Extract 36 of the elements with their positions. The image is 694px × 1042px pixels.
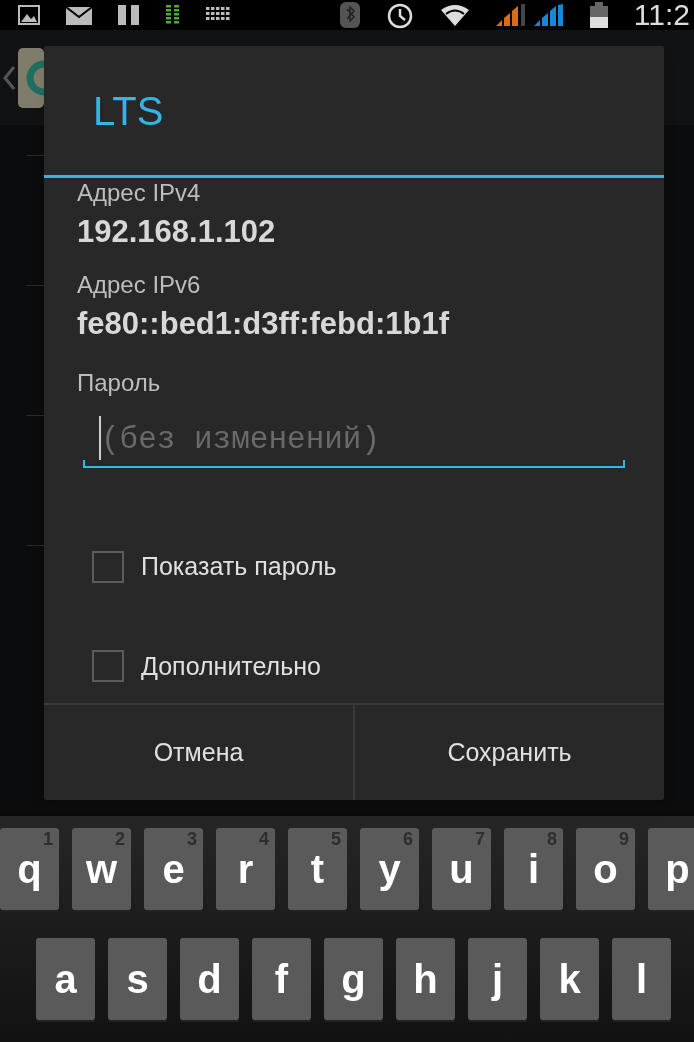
- dialog-button[interactable]: Отмена: [44, 705, 353, 800]
- clock-time: 11:2: [633, 0, 690, 30]
- mail-icon: [66, 5, 92, 25]
- battery-icon: [589, 2, 608, 28]
- field-label: Адрес IPv4: [77, 178, 202, 208]
- keyboard-key[interactable]: d: [180, 938, 239, 1020]
- wifi-icon: [439, 4, 470, 26]
- keyboard-key[interactable]: p: [648, 828, 694, 910]
- keyboard-key[interactable]: s: [108, 938, 167, 1020]
- keyboard-key[interactable]: k: [540, 938, 599, 1020]
- level-meter-icon: [166, 5, 180, 25]
- back-chevron-icon[interactable]: [2, 64, 16, 91]
- alarm-clock-icon: [385, 1, 414, 29]
- keyboard-key[interactable]: l: [612, 938, 671, 1020]
- field-value: fe80::bed1:d3ff:febd:1b1f: [77, 305, 450, 343]
- keyboard-key[interactable]: g: [324, 938, 383, 1020]
- keyboard-key[interactable]: a: [36, 938, 95, 1020]
- keyboard-key[interactable]: h: [396, 938, 455, 1020]
- signal-icon: [495, 4, 526, 26]
- checkbox[interactable]: [92, 550, 124, 583]
- field-label: Пароль: [77, 368, 162, 398]
- pause-icon: [118, 5, 140, 25]
- picture-icon: [18, 5, 40, 25]
- bluetooth-icon: [339, 2, 360, 28]
- field-label: Адрес IPv6: [77, 270, 202, 300]
- keyboard-key[interactable]: j: [468, 938, 527, 1020]
- field-value: 192.168.1.102: [77, 213, 277, 251]
- password-field[interactable]: (без изменений): [83, 412, 625, 468]
- dialog-button[interactable]: Сохранить: [353, 705, 664, 800]
- signal-icon: [533, 4, 564, 26]
- keyboard-key[interactable]: f: [252, 938, 311, 1020]
- keyboard-icon: [206, 7, 230, 23]
- checkbox-label: Дополнительно: [141, 650, 321, 682]
- checkbox-label: Показать пароль: [141, 551, 337, 582]
- dialog-title: LTS: [93, 87, 164, 135]
- checkbox[interactable]: [92, 650, 124, 683]
